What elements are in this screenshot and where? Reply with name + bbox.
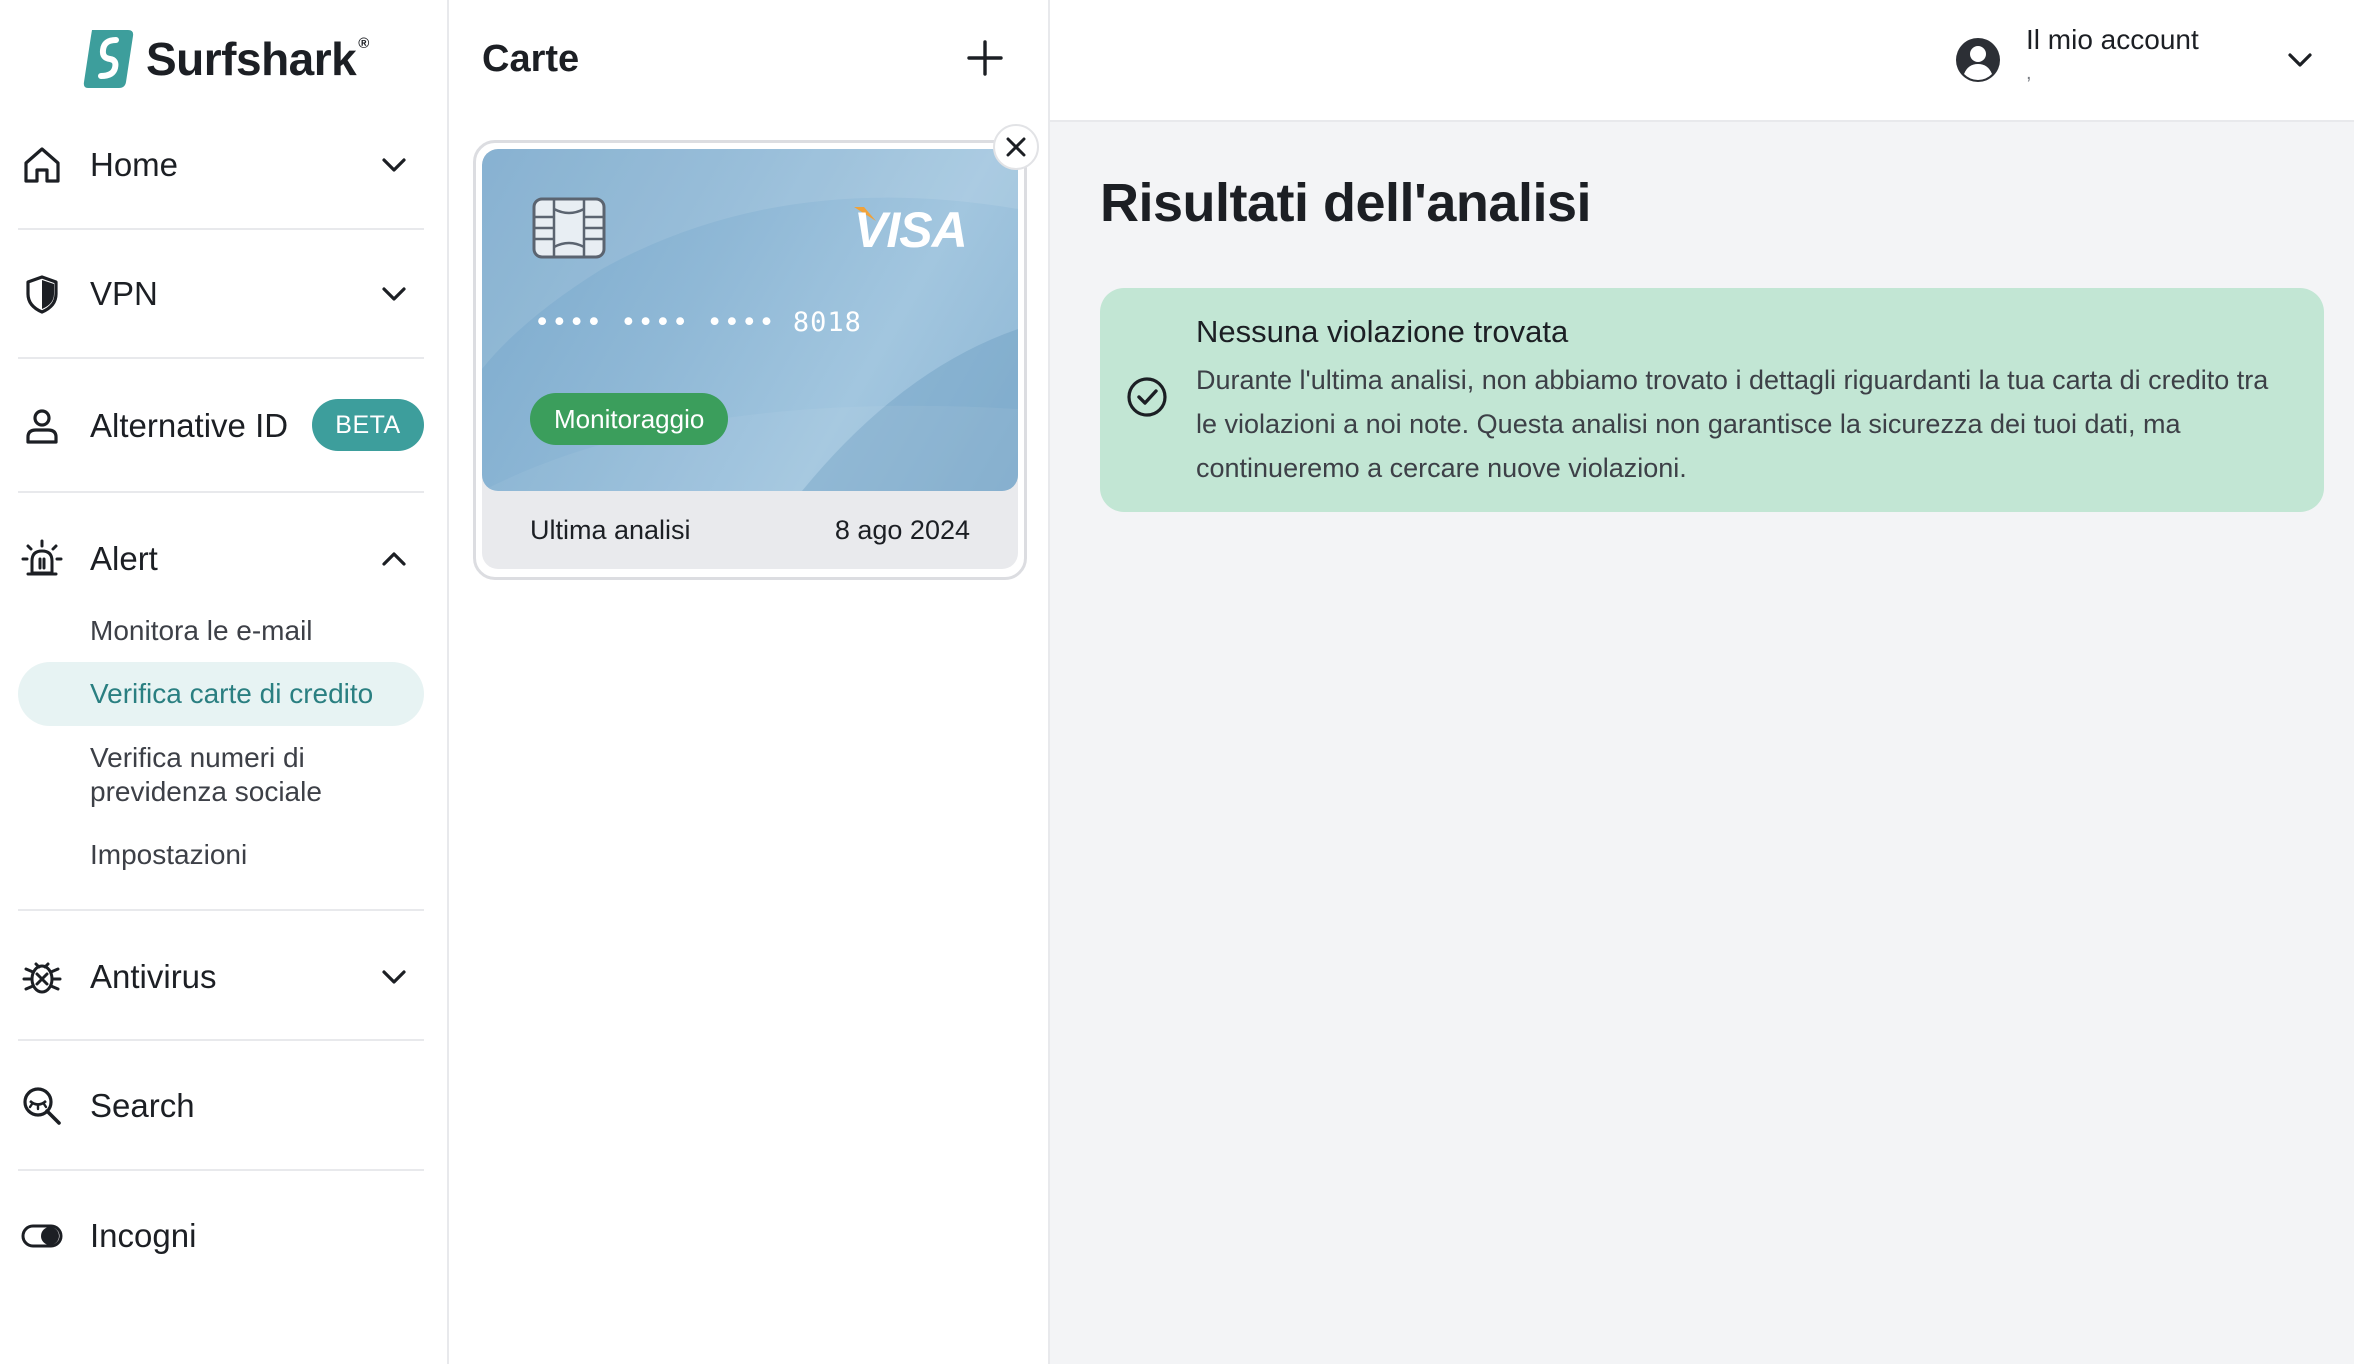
sidebar-subitem-monitor-email[interactable]: Monitora le e-mail [18, 614, 424, 648]
chevron-down-icon [2288, 53, 2312, 67]
main-content: Il mio account , Risultati dell'analisi … [1050, 0, 2354, 1364]
toggle-icon [18, 1212, 66, 1260]
account-label: Il mio account [2026, 24, 2199, 55]
divider [18, 228, 424, 230]
sidebar-item-label: Incogni [90, 1217, 197, 1254]
last-scan-label: Ultima analisi [530, 514, 691, 545]
add-card-button[interactable] [963, 36, 1007, 80]
beta-badge: BETA [312, 399, 424, 451]
account-email: , [2026, 62, 2032, 84]
sidebar-item-alert[interactable]: Alert [18, 524, 424, 594]
card-brand-logo: VISA [854, 202, 968, 258]
divider [18, 1039, 424, 1041]
sidebar-item-vpn[interactable]: VPN [18, 259, 424, 329]
remove-card-button[interactable] [993, 124, 1039, 170]
brand-name: Surfshark [146, 33, 357, 85]
top-bar: Il mio account , [1050, 0, 2354, 122]
chevron-up-icon[interactable] [378, 543, 410, 575]
sidebar-subitem-settings[interactable]: Impostazioni [18, 838, 424, 872]
sidebar-item-home[interactable]: Home [18, 130, 424, 200]
sidebar-subitem-credit-cards[interactable]: Verifica carte di credito [18, 662, 424, 726]
sidebar-item-search[interactable]: Search [18, 1071, 424, 1141]
last-scan-date: 8 ago 2024 [834, 514, 970, 545]
result-heading: Nessuna violazione trovata [1196, 314, 1569, 349]
sidebar-subitem-social-security[interactable]: Verifica numeri di previdenza sociale [18, 741, 348, 809]
sidebar-item-label: Alternative ID [90, 407, 289, 444]
bug-icon [18, 953, 66, 1001]
search-icon [18, 1082, 66, 1130]
sidebar-item-label: Alert [90, 540, 158, 577]
person-icon [18, 402, 66, 450]
monitoring-status-badge: Monitoraggio [530, 393, 729, 445]
shield-icon [18, 270, 66, 318]
sidebar-item-incogni[interactable]: Incogni [18, 1201, 424, 1271]
close-icon [1006, 137, 1026, 157]
last-scan-row: Ultima analisi 8 ago 2024 [482, 491, 1018, 569]
check-circle-icon [1127, 377, 1167, 417]
account-avatar-icon [1956, 38, 2000, 82]
card-chip-icon [532, 197, 606, 259]
divider [18, 909, 424, 911]
card-tile-inner: VISA •••• •••• •••• 8018 Monitoraggio Ul… [482, 149, 1018, 569]
brand-registered-mark: ® [358, 34, 370, 52]
chevron-down-icon[interactable] [378, 278, 410, 310]
cards-title: Carte [482, 38, 580, 80]
card-number: •••• •••• •••• 8018 [534, 307, 862, 338]
sidebar-item-label: Home [90, 146, 179, 183]
sidebar-item-label: VPN [90, 275, 158, 312]
divider [18, 1169, 424, 1171]
sidebar: Surfshark ® Home VPN Alternative ID BETA… [0, 0, 449, 1364]
result-description: Durante l'ultima analisi, non abbiamo tr… [1196, 365, 2269, 483]
home-icon [18, 141, 66, 189]
page-title: Risultati dell'analisi [1100, 173, 1591, 233]
credit-card-image: VISA •••• •••• •••• 8018 Monitoraggio [482, 149, 1018, 491]
card-tile[interactable]: VISA •••• •••• •••• 8018 Monitoraggio Ul… [473, 140, 1027, 580]
alarm-icon [18, 535, 66, 583]
divider [18, 357, 424, 359]
sidebar-item-antivirus[interactable]: Antivirus [18, 942, 424, 1012]
surfshark-logo-icon [83, 30, 134, 88]
sidebar-item-label: Antivirus [90, 958, 217, 995]
divider [18, 491, 424, 493]
scan-result-banner: Nessuna violazione trovata Durante l'ult… [1100, 288, 2324, 512]
sidebar-item-alternative-id[interactable]: Alternative ID BETA [18, 391, 424, 461]
surfshark-logo[interactable]: Surfshark ® [82, 26, 369, 92]
chevron-down-icon[interactable] [378, 149, 410, 181]
cards-panel: Carte VISA •••• •••• •••• 8018 Monitorag… [449, 0, 1050, 1364]
chevron-down-icon[interactable] [378, 961, 410, 993]
sidebar-item-label: Search [90, 1087, 195, 1124]
account-menu[interactable]: Il mio account , [1954, 20, 2334, 100]
